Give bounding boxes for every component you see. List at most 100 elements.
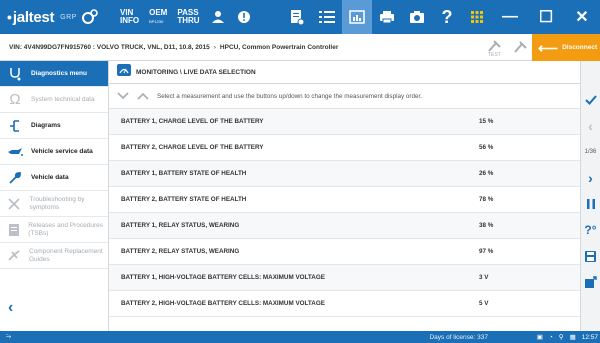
- clock-time: 12:57: [581, 333, 598, 341]
- jaltest-logo: • jaltest GRP: [0, 8, 110, 26]
- close-button[interactable]: ✕: [564, 0, 600, 34]
- vin-line: VIN: 4V4N99DG7FN915760 : VOLVO TRUCK, VN…: [9, 43, 210, 51]
- report-icon[interactable]: [282, 0, 312, 34]
- module-name: HPCU, Common Powertrain Controller: [219, 43, 339, 51]
- pass-thru-button[interactable]: PASS THRU: [177, 9, 199, 25]
- oil-can-icon: [7, 144, 23, 160]
- sidebar-item-system-technical-data[interactable]: Ω System technical data: [0, 87, 108, 113]
- chevron-up-icon[interactable]: [137, 87, 149, 105]
- pause-icon[interactable]: [581, 191, 600, 217]
- table-row[interactable]: BATTERY 2, HIGH-VOLTAGE BATTERY CELLS: M…: [109, 291, 580, 317]
- page-indicator: 1/36: [584, 149, 597, 155]
- chevron-left-icon[interactable]: ‹: [581, 113, 600, 139]
- tools-icon: [7, 196, 22, 212]
- measurement-value: 56 %: [479, 144, 494, 151]
- table-row[interactable]: BATTERY 1, RELAY STATUS, WEARING 38 %: [109, 213, 580, 239]
- sidebar-item-troubleshooting[interactable]: Troubleshooting by symptoms: [0, 191, 108, 217]
- sidebar-item-component-replacement[interactable]: Component Replacement Guides: [0, 243, 108, 269]
- sidebar-item-vehicle-data[interactable]: Vehicle data: [0, 165, 108, 191]
- gauge-icon: [117, 63, 131, 81]
- checkmark-icon[interactable]: [581, 61, 600, 113]
- vehicle-info-bar: VIN: 4V4N99DG7FN915760 : VOLVO TRUCK, VN…: [0, 34, 600, 61]
- gears-icon: [81, 8, 99, 26]
- measurement-name: BATTERY 1, HIGH-VOLTAGE BATTERY CELLS: M…: [121, 274, 325, 281]
- table-row[interactable]: BATTERY 1, HIGH-VOLTAGE BATTERY CELLS: M…: [109, 265, 580, 291]
- sidebar: Diagnostics menu Ω System technical data…: [0, 61, 109, 331]
- alert-icon[interactable]: [236, 9, 252, 25]
- sidebar-item-label: System technical data: [31, 95, 95, 103]
- apps-grid-icon[interactable]: [462, 0, 492, 34]
- chevron-right-icon[interactable]: ›: [581, 165, 600, 191]
- measurement-value: 3 V: [479, 274, 489, 281]
- sidebar-item-label: Troubleshooting by symptoms: [29, 196, 85, 211]
- measurement-list: BATTERY 1, CHARGE LEVEL OF THE BATTERY 15…: [109, 109, 580, 317]
- person-settings-icon[interactable]: [210, 9, 226, 25]
- maximize-button[interactable]: ☐: [528, 0, 564, 34]
- oem-bottom: BP1230: [149, 18, 164, 24]
- sidebar-item-diagnostics-menu[interactable]: Diagnostics menu: [0, 61, 108, 87]
- diagram-icon: [7, 118, 23, 134]
- export-icon[interactable]: [581, 269, 600, 295]
- sidebar-item-vehicle-service-data[interactable]: Vehicle service data: [0, 139, 108, 165]
- sidebar-item-label: Releases and Procedures (TSBs): [28, 222, 103, 237]
- list-icon[interactable]: [312, 0, 342, 34]
- measurement-name: BATTERY 1, RELAY STATUS, WEARING: [121, 222, 240, 229]
- replace-icon: [7, 248, 21, 264]
- license-days: Days of license: 337: [429, 333, 488, 341]
- svg-text:TEST: TEST: [488, 52, 501, 57]
- camera-icon[interactable]: [402, 0, 432, 34]
- table-row[interactable]: BATTERY 2, BATTERY STATE OF HEALTH 78 %: [109, 187, 580, 213]
- instruction-bar: Select a measurement and use the buttons…: [109, 84, 580, 109]
- wifi-icon: ◔: [548, 333, 553, 341]
- wrench-icon: [7, 170, 23, 186]
- pass-bottom: THRU: [177, 16, 200, 25]
- ohm-icon: Ω: [9, 91, 21, 108]
- sidebar-item-label: Vehicle service data: [31, 147, 93, 155]
- sidebar-item-diagrams[interactable]: Diagrams: [0, 113, 108, 139]
- table-row[interactable]: BATTERY 2, RELAY STATUS, WEARING 97 %: [109, 239, 580, 265]
- top-toolbar: • jaltest GRP VIN INFO OEM BP1230 PASS T…: [0, 0, 600, 34]
- logo-text: jaltest: [12, 8, 55, 26]
- logo-mark: •: [7, 9, 12, 25]
- minimize-button[interactable]: —: [492, 0, 528, 34]
- breadcrumb: VIN: 4V4N99DG7FN915760 : VOLVO TRUCK, VN…: [0, 44, 338, 51]
- disconnect-button[interactable]: ⟵ Disconnect: [532, 34, 600, 61]
- sidebar-item-label: Diagnostics menu: [31, 69, 87, 77]
- help-glyph: ?: [441, 6, 453, 27]
- back-arrow-icon[interactable]: ‹: [8, 299, 13, 317]
- measurement-name: BATTERY 2, CHARGE LEVEL OF THE BATTERY: [121, 144, 264, 151]
- device-icon: ▣: [536, 334, 543, 341]
- oem-top: OEM: [149, 7, 168, 17]
- arrow-left-icon: ⟵: [538, 39, 559, 56]
- sidebar-item-label: Vehicle data: [31, 173, 69, 181]
- measurement-name: BATTERY 2, HIGH-VOLTAGE BATTERY CELLS: M…: [121, 300, 325, 307]
- right-action-bar: ‹ 1/36 › ?°: [580, 61, 600, 331]
- calendar-icon: ▦: [569, 334, 576, 341]
- main-panel: MONITORING \ LIVE DATA SELECTION Select …: [109, 61, 580, 331]
- measurement-value: 26 %: [479, 170, 494, 177]
- panel-header: MONITORING \ LIVE DATA SELECTION: [109, 61, 580, 84]
- measurement-name: BATTERY 1, BATTERY STATE OF HEALTH: [121, 170, 247, 177]
- measurement-value: 5 V: [479, 300, 489, 307]
- measurement-value: 15 %: [479, 118, 494, 125]
- save-icon[interactable]: [581, 243, 600, 269]
- vin-info-button[interactable]: VIN INFO: [120, 9, 139, 25]
- help-settings-icon[interactable]: ?°: [581, 217, 600, 243]
- plug-icon[interactable]: [512, 37, 530, 62]
- stethoscope-icon: [7, 66, 23, 82]
- logo-sub: GRP: [60, 13, 77, 21]
- table-row[interactable]: BATTERY 2, CHARGE LEVEL OF THE BATTERY 56…: [109, 135, 580, 161]
- sidebar-item-label: Diagrams: [31, 121, 61, 129]
- table-row[interactable]: BATTERY 1, BATTERY STATE OF HEALTH 26 %: [109, 161, 580, 187]
- measurement-name: BATTERY 2, BATTERY STATE OF HEALTH: [121, 196, 247, 203]
- table-row[interactable]: BATTERY 1, CHARGE LEVEL OF THE BATTERY 15…: [109, 109, 580, 135]
- oem-button[interactable]: OEM BP1230: [149, 7, 168, 26]
- help-icon[interactable]: ?: [432, 0, 462, 34]
- chevron-down-icon[interactable]: [117, 87, 129, 105]
- printer-icon[interactable]: [372, 0, 402, 34]
- test-plug-icon[interactable]: TEST: [486, 37, 504, 62]
- status-icons: ▣ ◔ ⚲ ▦ 12:57: [536, 333, 600, 342]
- page-title: MONITORING \ LIVE DATA SELECTION: [136, 68, 256, 76]
- chart-window-icon[interactable]: [342, 0, 372, 34]
- sidebar-item-releases-procedures[interactable]: Releases and Procedures (TSBs): [0, 217, 108, 243]
